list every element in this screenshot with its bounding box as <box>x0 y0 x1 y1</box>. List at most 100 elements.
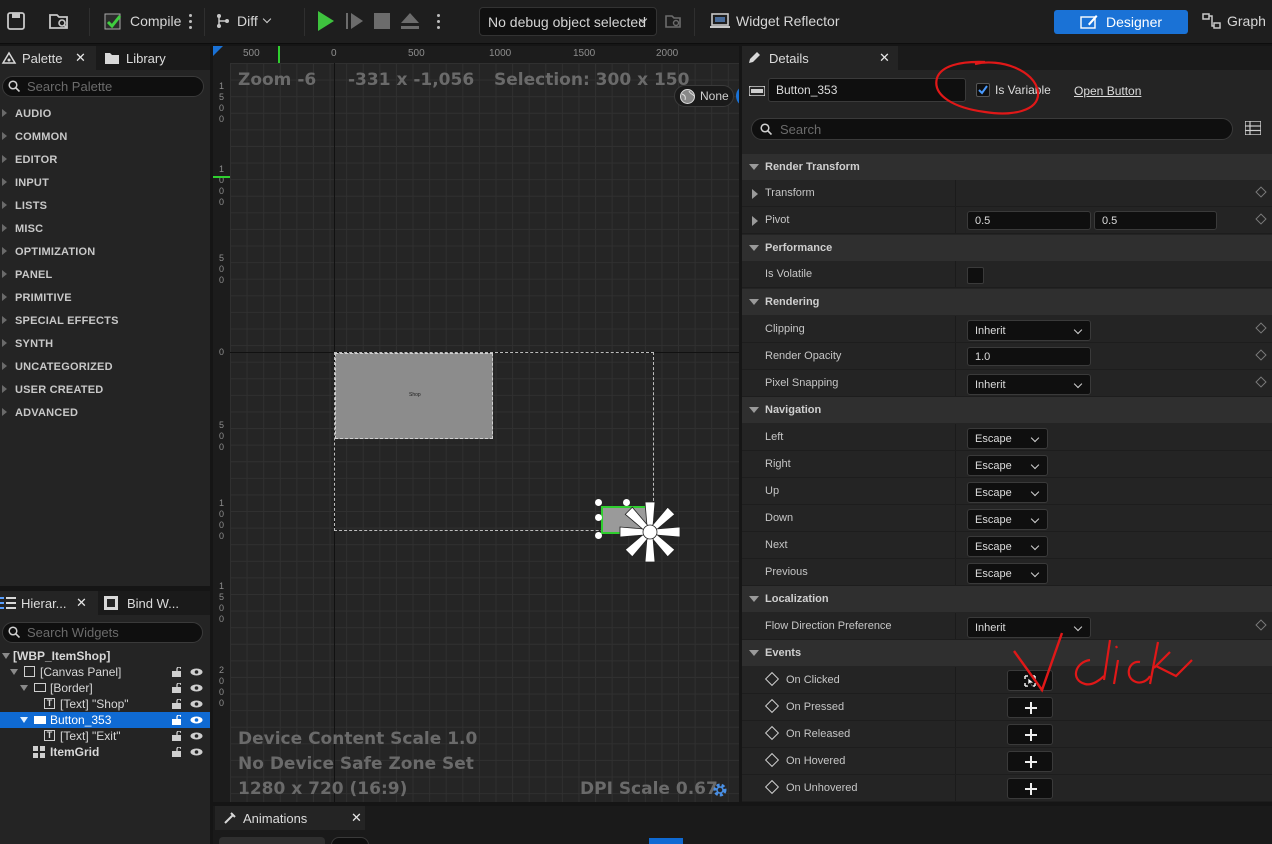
eye-icon[interactable] <box>190 684 203 692</box>
graph-mode-button[interactable]: Graph <box>1202 6 1266 36</box>
eye-icon[interactable] <box>190 716 203 724</box>
eye-icon[interactable] <box>190 668 203 676</box>
lock-icon[interactable] <box>172 731 181 741</box>
expand-arrow-icon[interactable] <box>10 669 18 675</box>
add-on-clicked-button[interactable] <box>1007 670 1053 691</box>
hierarchy-item-text-shop[interactable]: T [Text] "Shop" <box>0 696 210 712</box>
eye-icon[interactable] <box>190 748 203 756</box>
stop-icon[interactable] <box>369 8 395 34</box>
step-icon[interactable] <box>341 8 367 34</box>
add-on-pressed-button[interactable] <box>1007 697 1053 718</box>
reset-diamond-icon[interactable] <box>1255 619 1267 631</box>
palette-category-uncategorized[interactable]: UNCATEGORIZED <box>0 355 210 378</box>
debug-object-dropdown[interactable]: No debug object selected <box>479 7 657 36</box>
section-navigation[interactable]: Navigation <box>742 397 1272 423</box>
open-button-link[interactable]: Open Button <box>1074 84 1141 98</box>
border-widget-preview[interactable]: Shop <box>335 353 493 439</box>
property-matrix-icon[interactable] <box>1245 121 1261 135</box>
section-events[interactable]: Events <box>742 640 1272 666</box>
tab-animations[interactable]: Animations ✕ <box>215 806 365 830</box>
add-on-hovered-button[interactable] <box>1007 751 1053 772</box>
reset-diamond-icon[interactable] <box>1255 213 1267 225</box>
expand-arrow-icon[interactable] <box>2 653 10 659</box>
tab-bind-widgets[interactable]: Bind W... <box>104 591 208 615</box>
palette-category-user-created[interactable]: USER CREATED <box>0 378 210 401</box>
nav-down-dropdown[interactable]: Escape <box>967 509 1048 530</box>
add-on-released-button[interactable] <box>1007 724 1053 745</box>
palette-category-editor[interactable]: EDITOR <box>0 148 210 171</box>
resize-handle[interactable] <box>595 514 602 521</box>
browse-asset-icon[interactable] <box>48 6 70 36</box>
lock-icon[interactable] <box>172 699 181 709</box>
flow-direction-dropdown[interactable]: Inherit <box>967 617 1091 638</box>
palette-category-advanced[interactable]: ADVANCED <box>0 401 210 424</box>
eye-icon[interactable] <box>190 700 203 708</box>
screen-size-button[interactable] <box>736 85 739 107</box>
play-icon[interactable] <box>312 8 338 34</box>
details-search-input[interactable]: Search <box>751 118 1233 140</box>
expand-arrow-icon[interactable] <box>752 189 758 199</box>
lock-icon[interactable] <box>172 683 181 693</box>
is-volatile-checkbox[interactable] <box>967 267 984 284</box>
tab-library[interactable]: Library <box>104 46 208 70</box>
reset-diamond-icon[interactable] <box>1255 322 1267 334</box>
render-opacity-input[interactable]: 1.0 <box>967 347 1091 366</box>
add-animation-button[interactable] <box>219 837 325 844</box>
palette-category-panel[interactable]: PANEL <box>0 263 210 286</box>
animation-search-input[interactable] <box>331 837 369 844</box>
eject-icon[interactable] <box>397 8 423 34</box>
clipping-dropdown[interactable]: Inherit <box>967 320 1091 341</box>
close-icon[interactable]: ✕ <box>351 810 362 826</box>
lock-icon[interactable] <box>172 747 181 757</box>
hierarchy-item-itemgrid[interactable]: ItemGrid <box>0 744 210 760</box>
section-performance[interactable]: Performance <box>742 235 1272 261</box>
section-rendering[interactable]: Rendering <box>742 289 1272 315</box>
section-render-transform[interactable]: Render Transform <box>742 154 1272 180</box>
play-options-kebab[interactable] <box>432 6 444 36</box>
hierarchy-item-border[interactable]: [Border] <box>0 680 210 696</box>
save-icon[interactable] <box>6 6 26 36</box>
widget-name-input[interactable]: Button_353 <box>768 78 966 102</box>
reset-diamond-icon[interactable] <box>1255 376 1267 388</box>
nav-previous-dropdown[interactable]: Escape <box>967 563 1048 584</box>
palette-category-optimization[interactable]: OPTIMIZATION <box>0 240 210 263</box>
hierarchy-search-input[interactable]: Search Widgets <box>2 622 203 643</box>
palette-category-special-effects[interactable]: SPECIAL EFFECTS <box>0 309 210 332</box>
pixel-snapping-dropdown[interactable]: Inherit <box>967 374 1091 395</box>
pivot-y-input[interactable]: 0.5 <box>1094 211 1217 230</box>
debug-browse-icon[interactable] <box>664 6 682 36</box>
close-icon[interactable]: ✕ <box>76 595 87 611</box>
lock-icon[interactable] <box>172 715 181 725</box>
lock-icon[interactable] <box>172 667 181 677</box>
nav-next-dropdown[interactable]: Escape <box>967 536 1048 557</box>
designer-mode-button[interactable]: Designer <box>1054 10 1188 34</box>
hierarchy-item-text-exit[interactable]: T [Text] "Exit" <box>0 728 210 744</box>
palette-category-common[interactable]: COMMON <box>0 125 210 148</box>
is-variable-checkbox[interactable] <box>976 83 990 97</box>
expand-arrow-icon[interactable] <box>20 685 28 691</box>
widget-reflector-button[interactable]: Widget Reflector <box>710 6 839 36</box>
hierarchy-item-root[interactable]: [WBP_ItemShop] <box>0 648 210 664</box>
resize-handle[interactable] <box>595 532 602 539</box>
nav-right-dropdown[interactable]: Escape <box>967 455 1048 476</box>
compile-button[interactable]: Compile <box>104 6 181 36</box>
expand-arrow-icon[interactable] <box>752 216 758 226</box>
palette-category-input[interactable]: INPUT <box>0 171 210 194</box>
tab-details[interactable]: Details <box>742 46 898 70</box>
add-on-unhovered-button[interactable] <box>1007 778 1053 799</box>
compile-options-kebab[interactable] <box>184 6 196 36</box>
palette-category-lists[interactable]: LISTS <box>0 194 210 217</box>
localization-preview-button[interactable]: None <box>674 85 734 107</box>
palette-search-input[interactable]: Search Palette <box>2 76 204 97</box>
gear-icon[interactable] <box>711 781 729 799</box>
designer-viewport[interactable]: 500 0 500 1000 1500 2000 1500 1000 500 0… <box>213 46 739 802</box>
hierarchy-item-canvas-panel[interactable]: [Canvas Panel] <box>0 664 210 680</box>
anchor-flower-icon[interactable] <box>618 500 682 564</box>
diff-button[interactable]: Diff <box>214 6 271 36</box>
design-canvas[interactable]: Shop Zoom -6 -331 x -1,056 Selection: 30… <box>230 63 739 802</box>
hierarchy-item-button-353[interactable]: Button_353 <box>0 712 210 728</box>
resize-handle[interactable] <box>595 499 602 506</box>
palette-category-audio[interactable]: AUDIO <box>0 102 210 125</box>
reset-diamond-icon[interactable] <box>1255 186 1267 198</box>
reset-diamond-icon[interactable] <box>1255 349 1267 361</box>
